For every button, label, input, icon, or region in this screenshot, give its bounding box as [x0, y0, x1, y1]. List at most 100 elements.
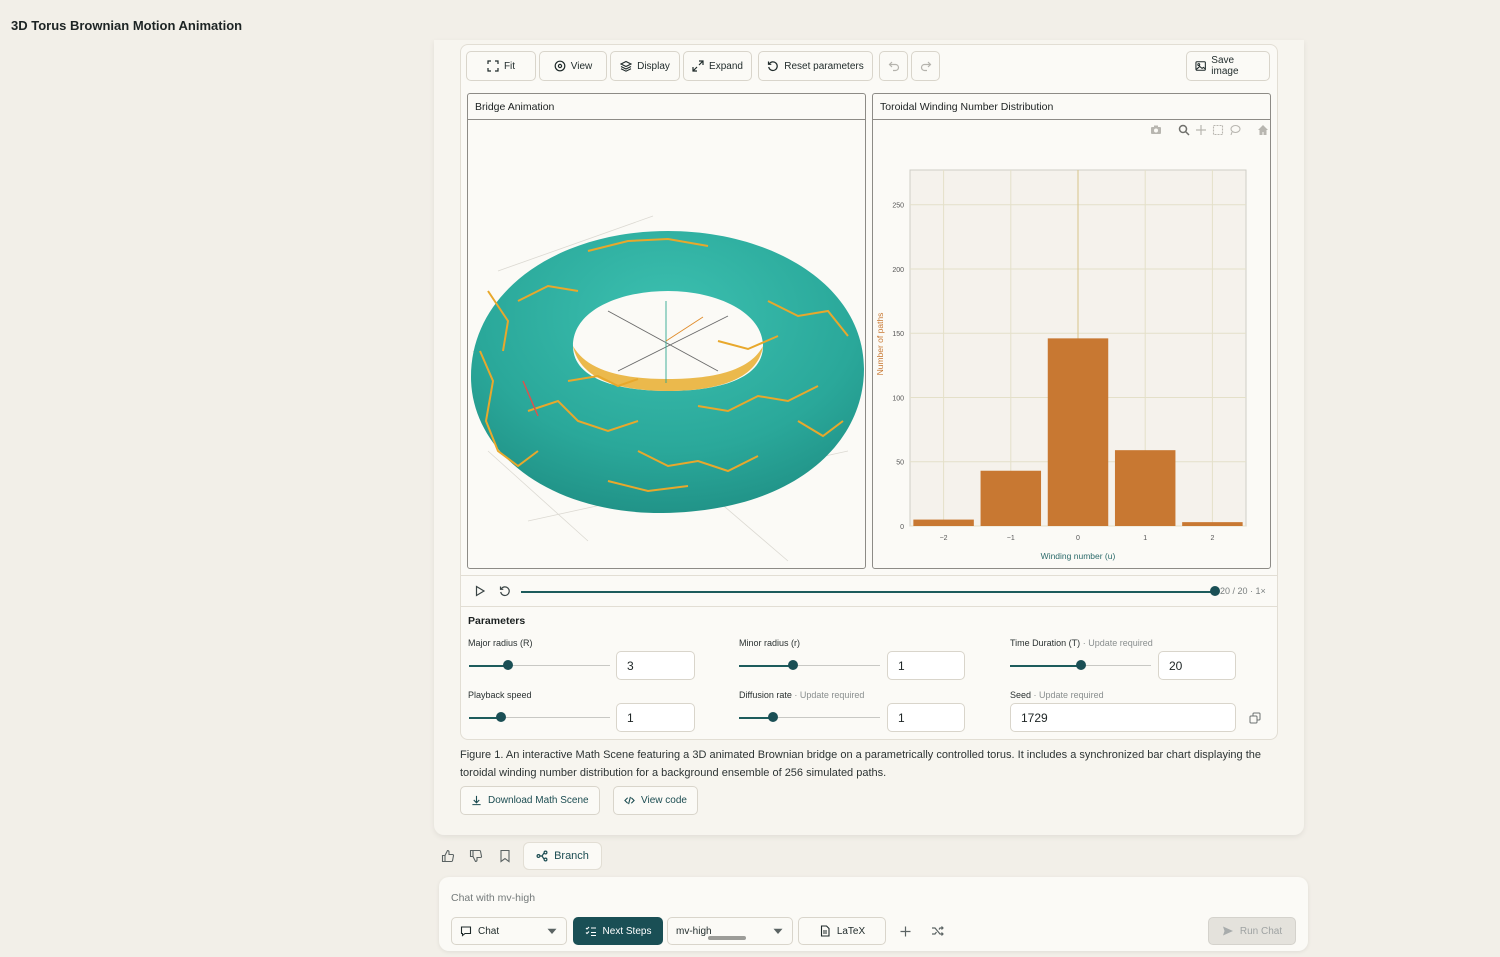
minor-radius-label: Minor radius (r) [739, 638, 801, 648]
branch-label: Branch [554, 850, 589, 862]
view-code-label: View code [641, 795, 687, 806]
seed-input[interactable]: 1729 [1010, 703, 1236, 732]
view-code-button[interactable]: View code [613, 786, 698, 815]
winding-number-chart[interactable]: 0 50 100 150 200 250 −2 −1 0 1 2 Winding number (u)… [873, 94, 1271, 569]
bar [1047, 338, 1109, 526]
expand-label: Expand [709, 60, 743, 72]
time-slider-thumb[interactable] [1210, 586, 1220, 596]
image-icon [1195, 61, 1206, 71]
playback-divider-top [461, 575, 1277, 576]
bookmark-icon[interactable] [498, 849, 512, 863]
minor-radius-slider[interactable] [739, 660, 880, 670]
bridge-animation-title: Bridge Animation [468, 94, 865, 120]
branch-icon [536, 850, 548, 862]
bridge-animation-panel[interactable]: Bridge Animation [467, 93, 866, 569]
expand-button[interactable]: Expand [683, 51, 752, 81]
thumbs-up-icon[interactable] [441, 849, 455, 863]
undo-button[interactable] [879, 51, 908, 81]
y-tick-label: 200 [892, 267, 904, 274]
diffusion-rate-label: Diffusion rate · Update required [739, 690, 865, 700]
download-math-scene-button[interactable]: Download Math Scene [460, 786, 600, 815]
time-duration-thumb[interactable] [1075, 660, 1086, 670]
y-tick-label: 150 [892, 331, 904, 338]
x-tick-label: 1 [1143, 535, 1147, 542]
bar [980, 470, 1042, 526]
shuffle-icon[interactable] [931, 924, 945, 938]
diffusion-rate-input[interactable]: 1 [887, 703, 965, 732]
replay-icon[interactable] [499, 585, 511, 597]
branch-button[interactable]: Branch [523, 842, 602, 870]
diffusion-rate-slider[interactable] [739, 712, 880, 722]
randomize-seed-icon[interactable] [1249, 712, 1261, 724]
y-tick-label: 50 [896, 460, 904, 467]
undo-icon [888, 61, 899, 72]
winding-number-panel[interactable]: Toroidal Winding Number Distribution 0 50… [872, 93, 1271, 569]
redo-icon [920, 61, 931, 72]
y-tick-label: 250 [892, 203, 904, 210]
display-label: Display [637, 60, 670, 72]
latex-button[interactable]: LaTeX [798, 917, 886, 945]
view-label: View [570, 60, 593, 72]
x-tick-label: 2 [1210, 535, 1214, 542]
major-radius-slider[interactable] [469, 660, 610, 670]
x-tick-label: −2 [940, 535, 948, 542]
drag-handle[interactable] [708, 936, 746, 940]
model-select[interactable]: mv-high [667, 917, 793, 945]
time-slider[interactable] [521, 586, 1220, 596]
thumbs-down-icon[interactable] [469, 849, 483, 863]
app-title: 3D Torus Brownian Motion Animation [11, 18, 243, 33]
model-label: mv-high [676, 925, 712, 937]
torus-viewport[interactable] [468, 121, 866, 569]
minor-radius-input[interactable]: 1 [887, 651, 965, 680]
figure-caption: Figure 1. An interactive Math Scene feat… [460, 749, 1261, 779]
playback-status: 20 / 20 · 1× [1220, 586, 1266, 596]
download-icon [472, 795, 481, 806]
fit-icon [487, 60, 499, 72]
chat-mode-label: Chat [478, 925, 500, 937]
x-axis-label: Winding number (u) [1041, 551, 1116, 561]
chevron-down-icon [773, 928, 783, 934]
next-steps-button[interactable]: Next Steps [573, 917, 663, 945]
redo-button[interactable] [911, 51, 940, 81]
time-duration-slider[interactable] [1010, 660, 1151, 670]
time-duration-input[interactable]: 20 [1158, 651, 1236, 680]
next-steps-label: Next Steps [602, 925, 652, 937]
bar [1182, 522, 1243, 526]
fit-label: Fit [503, 60, 516, 72]
bar [1114, 450, 1176, 526]
reset-parameters-button[interactable]: Reset parameters [758, 51, 873, 81]
run-chat-label: Run Chat [1239, 925, 1283, 937]
play-icon[interactable] [474, 585, 486, 597]
chat-bubble-icon [460, 926, 472, 937]
chat-mode-select[interactable]: Chat [451, 917, 567, 945]
major-radius-label: Major radius (R) [468, 638, 533, 648]
major-radius-input[interactable]: 3 [616, 651, 695, 680]
chevron-down-icon [547, 928, 557, 934]
time-slider-fill [521, 590, 1215, 593]
time-duration-label: Time Duration (T) · Update required [1010, 638, 1153, 648]
save-image-button[interactable]: Save image [1186, 51, 1270, 81]
run-chat-button[interactable]: Run Chat [1208, 917, 1296, 945]
expand-icon [692, 60, 704, 72]
chat-input[interactable]: Chat with mv-high [451, 892, 535, 904]
playback-speed-input[interactable]: 1 [616, 703, 695, 732]
y-tick-label: 100 [892, 395, 904, 402]
seed-label: Seed · Update required [1010, 690, 1104, 700]
minor-radius-thumb[interactable] [787, 660, 798, 670]
reset-label: Reset parameters [784, 60, 864, 72]
code-icon [624, 796, 635, 805]
plus-icon[interactable] [899, 925, 912, 938]
playback-speed-slider[interactable] [469, 712, 610, 722]
diffusion-rate-thumb[interactable] [767, 712, 778, 722]
fit-button[interactable]: Fit [466, 51, 536, 81]
bar [913, 519, 974, 526]
x-tick-label: 0 [1076, 535, 1080, 542]
display-button[interactable]: Display [610, 51, 680, 81]
list-check-icon [585, 926, 596, 937]
download-label: Download Math Scene [488, 795, 589, 806]
save-image-label: Save image [1211, 55, 1239, 77]
layers-icon [620, 60, 633, 72]
x-tick-label: −1 [1007, 535, 1015, 542]
view-button[interactable]: View [539, 51, 607, 81]
parameters-title: Parameters [468, 615, 526, 627]
